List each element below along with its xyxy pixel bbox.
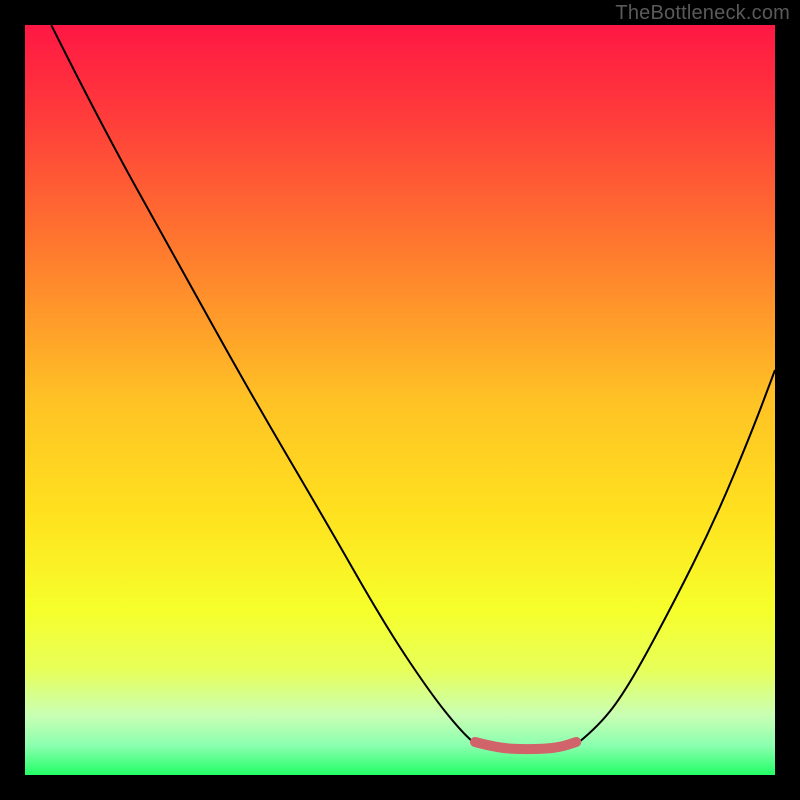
- plot-area: [25, 25, 775, 775]
- bottleneck-chart: [25, 25, 775, 775]
- gradient-background: [25, 25, 775, 775]
- chart-frame: TheBottleneck.com: [0, 0, 800, 800]
- watermark-label: TheBottleneck.com: [615, 2, 790, 25]
